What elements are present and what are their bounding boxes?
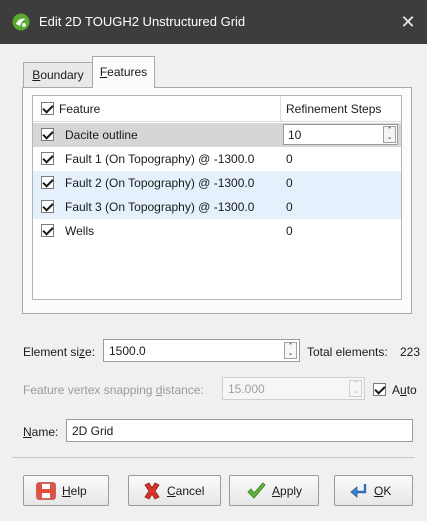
- refinement-steps-value: 0: [286, 176, 293, 190]
- total-elements-label: Total elements:: [307, 345, 388, 359]
- auto-label[interactable]: Auto: [392, 383, 417, 397]
- refinement-steps-editor[interactable]: 10 ⌃ ⌄: [283, 124, 398, 145]
- column-header-refinement-steps[interactable]: Refinement Steps: [286, 102, 381, 116]
- auto-checkbox[interactable]: [373, 383, 386, 396]
- feature-name: Fault 1 (On Topography) @ -1300.0: [65, 152, 255, 166]
- snapping-distance-value: 15.000: [228, 382, 265, 396]
- element-size-value: 1500.0: [109, 344, 146, 358]
- ok-label: OK: [374, 484, 391, 498]
- refinement-steps-spinner[interactable]: ⌃ ⌄: [383, 126, 396, 143]
- table-row[interactable]: Dacite outline 10 ⌃ ⌄: [33, 123, 401, 147]
- auto-label-end: to: [406, 383, 417, 397]
- apply-icon: [247, 482, 266, 499]
- ok-mnemonic: O: [374, 484, 384, 498]
- feature-name: Fault 2 (On Topography) @ -1300.0: [65, 176, 255, 190]
- column-header-feature[interactable]: Feature: [59, 102, 100, 116]
- tab-features[interactable]: Features: [92, 56, 155, 88]
- feature-name: Fault 3 (On Topography) @ -1300.0: [65, 200, 255, 214]
- title-bar: Edit 2D TOUGH2 Unstructured Grid ✕: [0, 0, 427, 44]
- cancel-label-rest: ancel: [175, 484, 205, 498]
- ok-button[interactable]: OK: [334, 475, 413, 506]
- name-label-end: ame:: [31, 425, 59, 439]
- features-panel: Feature Refinement Steps Dacite outline …: [22, 87, 412, 314]
- cancel-button[interactable]: Cancel: [128, 475, 221, 506]
- tab-boundary[interactable]: Boundary: [23, 62, 93, 88]
- table-header: Feature Refinement Steps: [33, 96, 401, 122]
- apply-mnemonic: A: [272, 484, 281, 498]
- table-row[interactable]: Fault 3 (On Topography) @ -1300.0 0: [33, 195, 401, 219]
- help-button[interactable]: Help: [23, 475, 109, 506]
- tab-features-label: eatures: [107, 65, 148, 79]
- name-input[interactable]: 2D Grid: [66, 419, 413, 442]
- element-size-label: Element size:: [23, 345, 95, 359]
- name-value: 2D Grid: [72, 424, 114, 438]
- refinement-steps-value: 0: [286, 224, 293, 238]
- row-checkbox[interactable]: [41, 152, 54, 165]
- window-title: Edit 2D TOUGH2 Unstructured Grid: [39, 14, 246, 29]
- app-icon: [12, 13, 30, 31]
- row-checkbox[interactable]: [41, 224, 54, 237]
- name-mnemonic: N: [23, 425, 32, 439]
- select-all-checkbox[interactable]: [41, 102, 54, 115]
- help-icon: [36, 482, 56, 500]
- column-divider[interactable]: [280, 96, 281, 122]
- snapping-distance-spinner[interactable]: ⌃ ⌄: [349, 380, 362, 397]
- element-size-spinner[interactable]: ⌃ ⌄: [284, 342, 297, 359]
- refinement-steps-value: 0: [286, 200, 293, 214]
- features-table: Feature Refinement Steps Dacite outline …: [32, 95, 402, 300]
- feature-name: Wells: [65, 224, 95, 238]
- cancel-mnemonic: C: [167, 484, 176, 498]
- table-row[interactable]: Fault 2 (On Topography) @ -1300.0 0: [33, 171, 401, 195]
- button-divider: [12, 457, 415, 458]
- name-label: Name:: [23, 425, 58, 439]
- help-mnemonic: H: [62, 484, 71, 498]
- auto-label-start: A: [392, 383, 401, 397]
- cancel-icon: [144, 482, 160, 500]
- auto-mnemonic: u: [400, 383, 407, 397]
- row-checkbox[interactable]: [41, 128, 54, 141]
- ok-label-rest: K: [383, 484, 392, 498]
- help-label-rest: elp: [70, 484, 87, 498]
- close-icon[interactable]: ✕: [395, 9, 421, 35]
- help-label: Help: [62, 484, 87, 498]
- refinement-steps-value: 10: [288, 128, 302, 142]
- table-row[interactable]: Fault 1 (On Topography) @ -1300.0 0: [33, 147, 401, 171]
- snapping-distance-label: Feature vertex snapping distance:: [23, 383, 204, 397]
- feature-name: Dacite outline: [65, 128, 138, 142]
- tab-boundary-label: oundary: [40, 68, 84, 82]
- apply-label-rest: pply: [280, 484, 303, 498]
- total-elements-value: 223: [400, 345, 421, 359]
- table-row[interactable]: Wells 0: [33, 219, 401, 243]
- cancel-label: Cancel: [167, 484, 204, 498]
- element-size-label-end: e:: [85, 345, 96, 359]
- snapping-distance-input[interactable]: 15.000 ⌃ ⌄: [222, 377, 365, 400]
- element-size-label-start: Element si: [23, 345, 80, 359]
- refinement-steps-value: 0: [286, 152, 293, 166]
- row-checkbox[interactable]: [41, 176, 54, 189]
- element-size-input[interactable]: 1500.0 ⌃ ⌄: [103, 339, 300, 362]
- ok-icon: [350, 484, 367, 498]
- row-checkbox[interactable]: [41, 200, 54, 213]
- apply-button[interactable]: Apply: [229, 475, 319, 506]
- apply-label: Apply: [272, 484, 302, 498]
- snapping-label-start: Feature vertex snapping: [23, 383, 156, 397]
- snapping-label-end: istance:: [162, 383, 204, 397]
